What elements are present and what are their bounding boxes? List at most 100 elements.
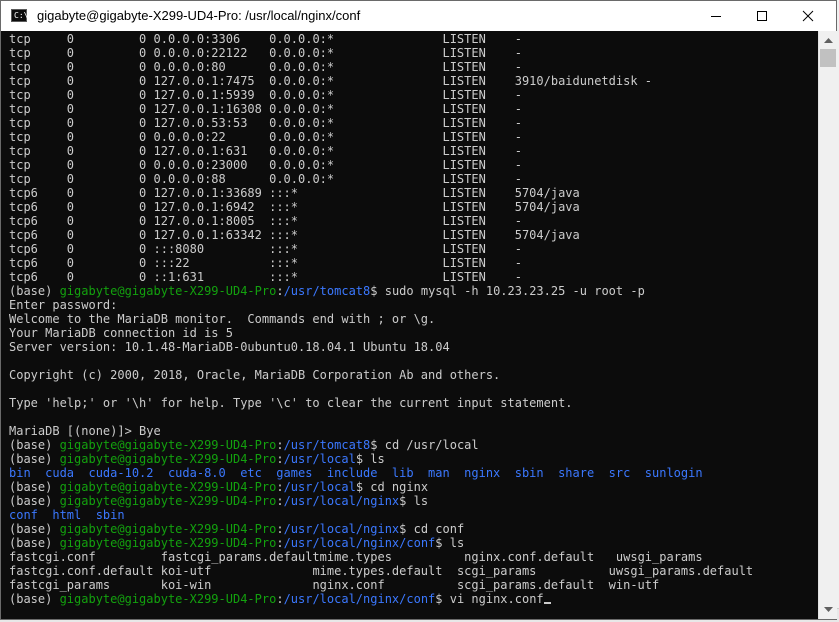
netstat-cell: 5704/java xyxy=(514,186,580,200)
file-name: mime.types xyxy=(319,550,465,564)
netstat-cell: 0 xyxy=(66,102,140,116)
netstat-row: tcp6 0 0 127.0.0.1:6942 :::* LISTEN 5704… xyxy=(9,200,580,214)
netstat-cell: 3910/baidunetdisk - xyxy=(514,74,653,88)
close-button[interactable] xyxy=(785,1,831,31)
prompt-path: /usr/local/nginx/conf xyxy=(283,536,436,550)
netstat-cell: tcp xyxy=(9,158,67,172)
command-text: $ ls xyxy=(435,536,465,550)
netstat-cell: LISTEN xyxy=(442,116,515,130)
netstat-cell: :::* xyxy=(269,186,443,200)
netstat-cell: tcp xyxy=(9,32,67,46)
scroll-thumb[interactable] xyxy=(820,49,836,67)
netstat-cell: 0 :::22 xyxy=(139,256,270,270)
shell-prompt-line: (base) gigabyte@gigabyte-X299-UD4-Pro:/u… xyxy=(9,438,479,452)
prompt-separator: : xyxy=(276,284,284,298)
command-text: $ sudo mysql -h 10.23.23.25 -u root -p xyxy=(370,284,645,298)
netstat-cell: 0 xyxy=(66,130,140,144)
maximize-icon xyxy=(757,11,767,21)
title-bar[interactable]: C:\ gigabyte@gigabyte-X299-UD4-Pro: /usr… xyxy=(1,1,836,31)
netstat-cell: :::* xyxy=(269,214,443,228)
netstat-cell: tcp xyxy=(9,74,67,88)
output-line: Copyright (c) 2000, 2018, Oracle, MariaD… xyxy=(9,368,500,382)
prompt-user: gigabyte@gigabyte-X299-UD4-Pro xyxy=(59,480,277,494)
output-text: Welcome to the MariaDB monitor. Commands… xyxy=(9,312,436,326)
scroll-up-button[interactable] xyxy=(819,31,837,49)
netstat-cell: 0 xyxy=(66,200,140,214)
netstat-cell: LISTEN xyxy=(442,214,515,228)
prompt-user: gigabyte@gigabyte-X299-UD4-Pro xyxy=(59,284,277,298)
file-name: scgi_params.default xyxy=(456,578,609,592)
prompt-path: /usr/local/nginx xyxy=(283,522,400,536)
netstat-row: tcp6 0 0 :::22 :::* LISTEN - xyxy=(9,256,522,270)
prompt-user: gigabyte@gigabyte-X299-UD4-Pro xyxy=(59,592,277,606)
directory-listing: conf html sbin xyxy=(9,508,125,522)
scroll-down-button[interactable] xyxy=(819,601,837,619)
netstat-cell: 0.0.0.0:* xyxy=(269,32,443,46)
file-name: koi-utf xyxy=(160,564,313,578)
file-name: uwsgi_params.default xyxy=(608,564,754,578)
prompt-separator: : xyxy=(276,494,284,508)
shell-prompt-line: (base) gigabyte@gigabyte-X299-UD4-Pro:/u… xyxy=(9,592,551,606)
file-name: scgi_params xyxy=(456,564,609,578)
netstat-cell: 0 0.0.0.0:80 xyxy=(139,60,270,74)
netstat-cell: tcp6 xyxy=(9,214,67,228)
netstat-cell: LISTEN xyxy=(442,144,515,158)
netstat-cell: 0 0.0.0.0:88 xyxy=(139,172,270,186)
netstat-cell: LISTEN xyxy=(442,60,515,74)
netstat-cell: 0 xyxy=(66,32,140,46)
netstat-cell: 5704/java xyxy=(514,228,580,242)
netstat-cell: LISTEN xyxy=(442,242,515,256)
netstat-cell: LISTEN xyxy=(442,88,515,102)
netstat-cell: 0.0.0.0:* xyxy=(269,60,443,74)
netstat-cell: 0.0.0.0:* xyxy=(269,88,443,102)
shell-prompt-line: (base) gigabyte@gigabyte-X299-UD4-Pro:/u… xyxy=(9,480,428,494)
netstat-cell: 0 0.0.0.0:22 xyxy=(139,130,270,144)
netstat-cell: 0 xyxy=(66,60,140,74)
netstat-cell: 0.0.0.0:* xyxy=(269,46,443,60)
conda-env: (base) xyxy=(9,522,60,536)
minimize-button[interactable] xyxy=(693,1,739,31)
file-listing: fastcgi.conf.default koi-utf mime.types.… xyxy=(9,564,753,578)
shell-prompt-line: (base) gigabyte@gigabyte-X299-UD4-Pro:/u… xyxy=(9,452,385,466)
netstat-row: tcp6 0 0 127.0.0.1:8005 :::* LISTEN - xyxy=(9,214,522,228)
output-text: Server version: 10.1.48-MariaDB-0ubuntu0… xyxy=(9,340,450,354)
netstat-cell: 0 127.0.0.1:16308 xyxy=(139,102,270,116)
command-text: $ ls xyxy=(399,494,429,508)
netstat-row: tcp 0 0 127.0.0.53:53 0.0.0.0:* LISTEN - xyxy=(9,116,522,130)
netstat-cell: tcp6 xyxy=(9,228,67,242)
prompt-path: /usr/tomcat8 xyxy=(283,438,371,452)
netstat-cell: - xyxy=(514,256,522,270)
netstat-cell: 0 127.0.0.1:5939 xyxy=(139,88,270,102)
netstat-cell: 0 xyxy=(66,270,140,284)
netstat-cell: 0 127.0.0.1:33689 xyxy=(139,186,270,200)
vertical-scrollbar[interactable] xyxy=(818,31,837,619)
maximize-button[interactable] xyxy=(739,1,785,31)
conda-env: (base) xyxy=(9,536,60,550)
file-name: fastcgi.conf.default xyxy=(9,564,161,578)
netstat-cell: LISTEN xyxy=(442,158,515,172)
netstat-cell: 0 xyxy=(66,172,140,186)
prompt-user: gigabyte@gigabyte-X299-UD4-Pro xyxy=(59,522,277,536)
output-line: Type 'help;' or '\h' for help. Type '\c'… xyxy=(9,396,573,410)
netstat-cell: LISTEN xyxy=(442,256,515,270)
shell-prompt-line: (base) gigabyte@gigabyte-X299-UD4-Pro:/u… xyxy=(9,284,645,298)
netstat-cell: - xyxy=(514,32,522,46)
conda-env: (base) xyxy=(9,438,60,452)
console-icon[interactable]: C:\ xyxy=(11,9,28,22)
netstat-cell: 0 0.0.0.0:22122 xyxy=(139,46,270,60)
netstat-cell: 0 127.0.0.1:63342 xyxy=(139,228,270,242)
prompt-user: gigabyte@gigabyte-X299-UD4-Pro xyxy=(59,494,277,508)
shell-prompt-line: (base) gigabyte@gigabyte-X299-UD4-Pro:/u… xyxy=(9,536,464,550)
command-text: $ cd conf xyxy=(399,522,465,536)
netstat-cell: :::* xyxy=(269,256,443,270)
prompt-path: /usr/local xyxy=(283,480,356,494)
netstat-row: tcp 0 0 0.0.0.0:23000 0.0.0.0:* LISTEN - xyxy=(9,158,522,172)
netstat-cell: - xyxy=(514,88,522,102)
terminal-output[interactable]: tcp 0 0 0.0.0.0:3306 0.0.0.0:* LISTEN -t… xyxy=(1,31,819,619)
prompt-path: /usr/local/nginx xyxy=(283,494,400,508)
netstat-cell: tcp xyxy=(9,46,67,60)
command-text: $ cd /usr/local xyxy=(370,438,479,452)
command-text: $ vi nginx.conf xyxy=(435,592,544,606)
netstat-row: tcp6 0 0 :::8080 :::* LISTEN - xyxy=(9,242,522,256)
netstat-cell: - xyxy=(514,144,522,158)
